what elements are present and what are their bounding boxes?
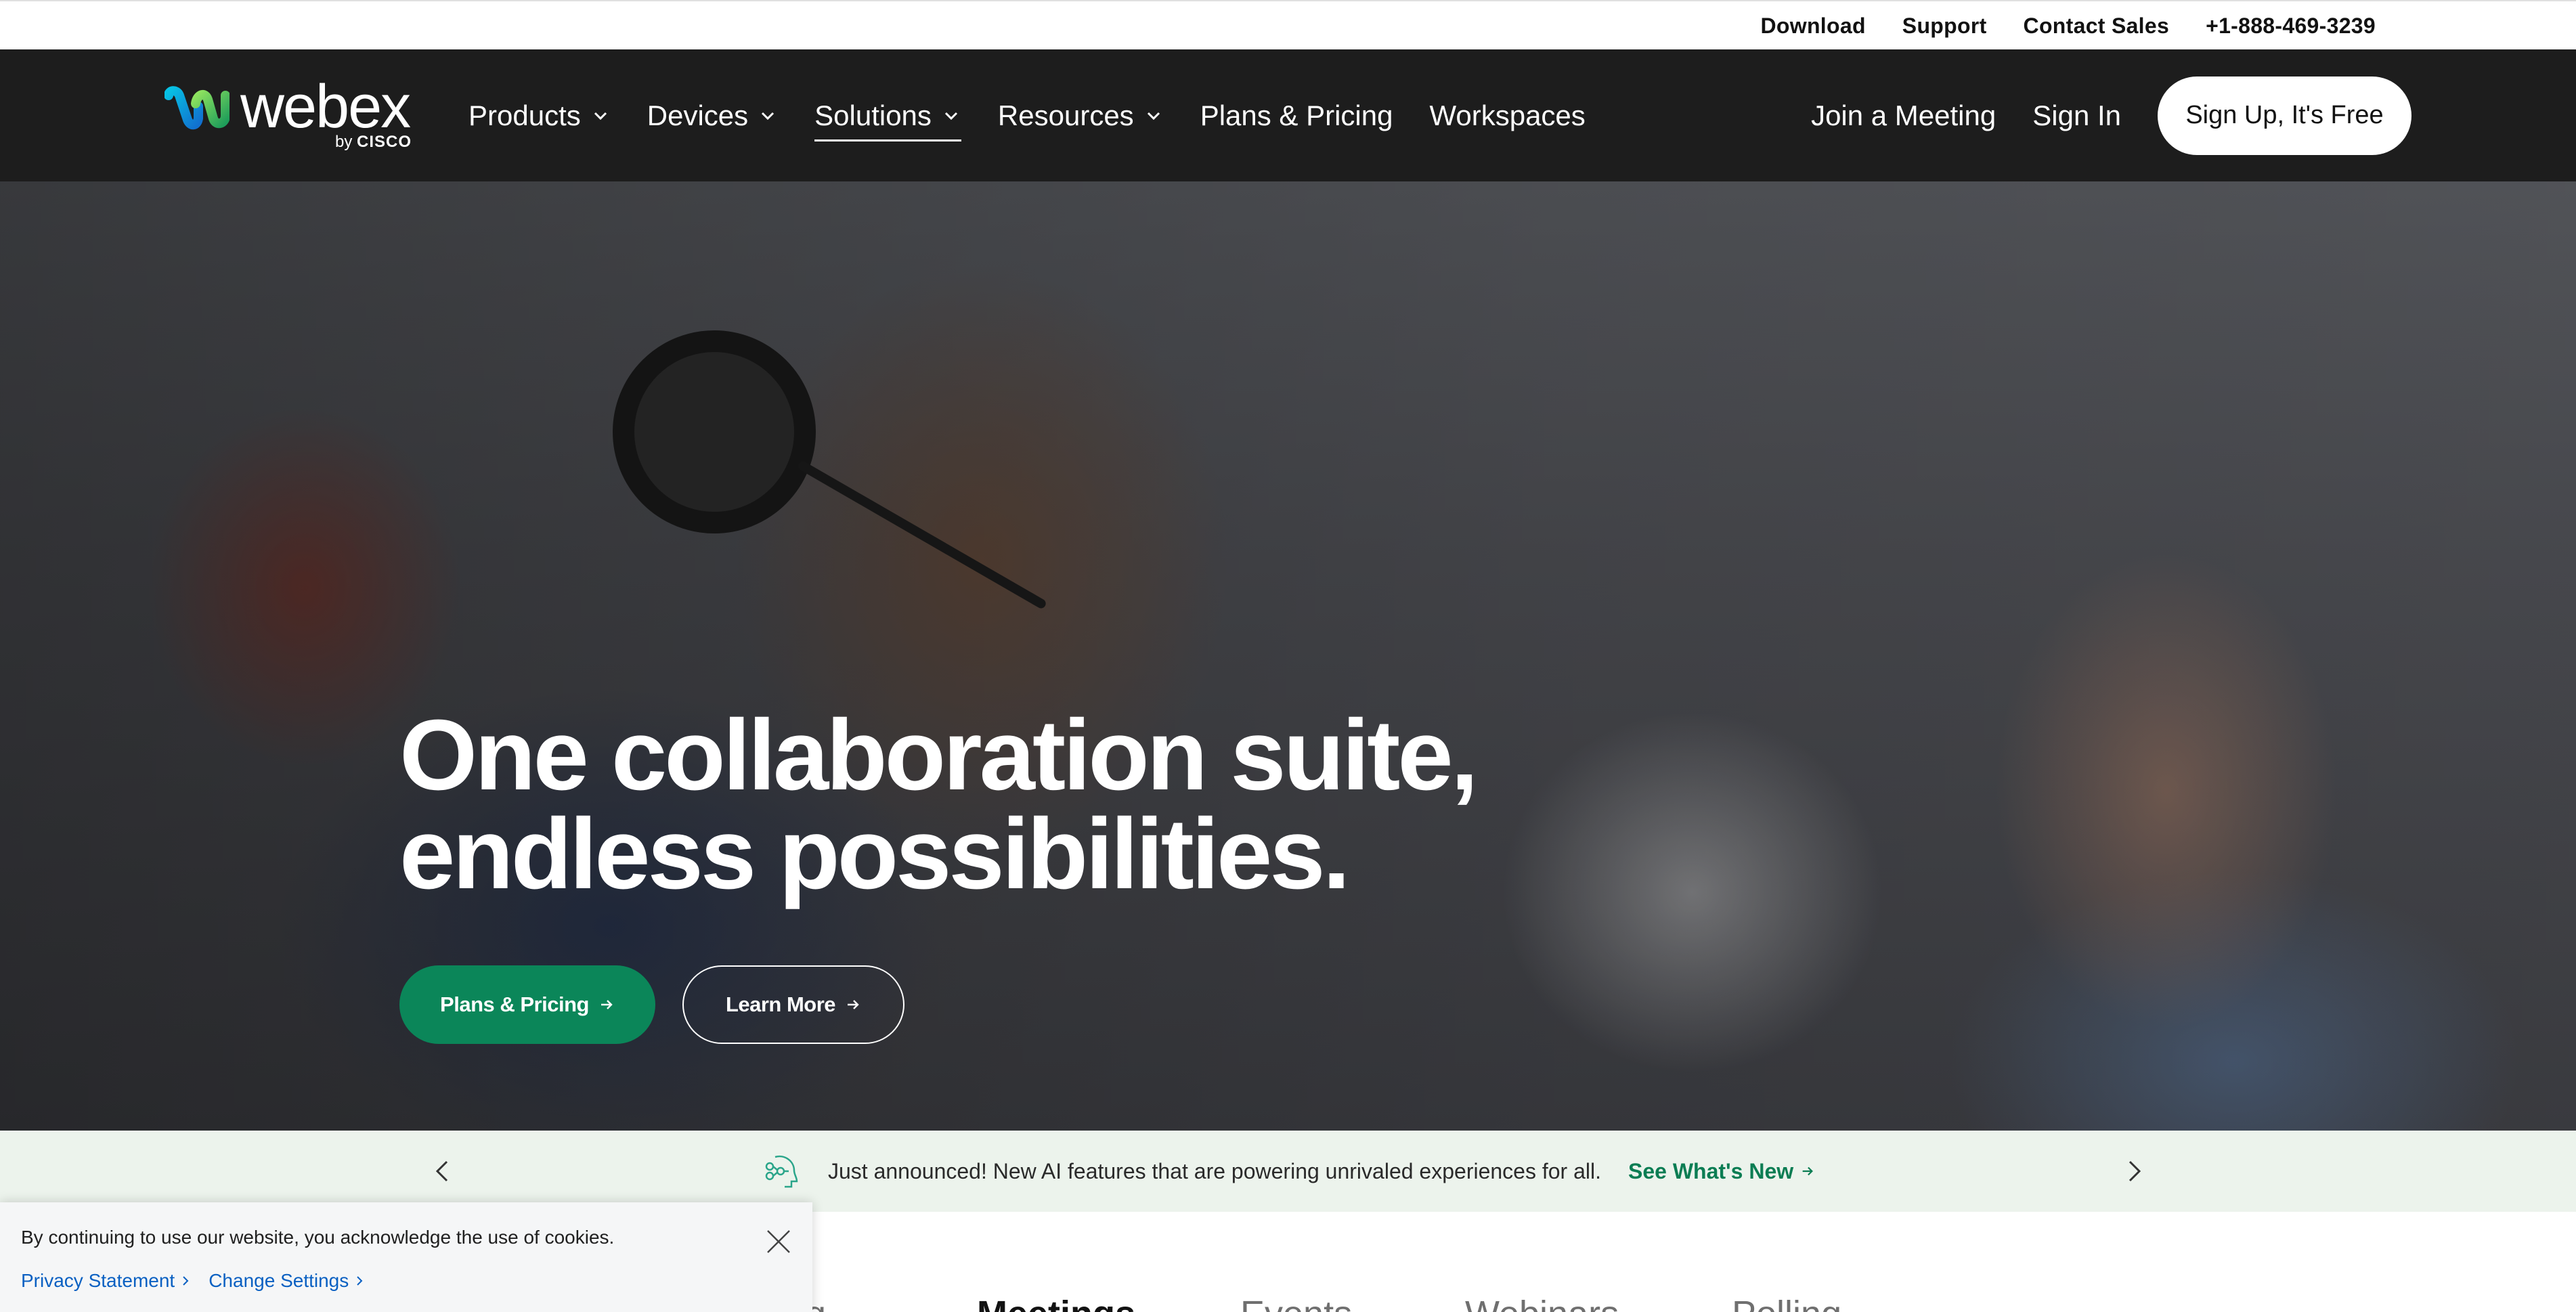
announcement-content: Just announced! New AI features that are…	[762, 1131, 1815, 1212]
learn-more-button-label: Learn More	[725, 992, 836, 1016]
nav-item-label: Workspaces	[1429, 99, 1586, 131]
nav-item-solutions[interactable]: Solutions	[814, 95, 961, 141]
signup-button[interactable]: Sign Up, It's Free	[2158, 76, 2411, 155]
chevron-down-icon	[1147, 112, 1160, 120]
tab-webinars[interactable]: Webinars	[1465, 1293, 1619, 1312]
join-meeting-link[interactable]: Join a Meeting	[1811, 100, 1996, 132]
logo-wordmark: webex	[240, 73, 411, 141]
hero-background-image	[0, 181, 2576, 1131]
tab-events[interactable]: Events	[1240, 1293, 1352, 1312]
nav-menu: Products Devices Solutions Resources Pla…	[468, 49, 1586, 181]
hero-title-line1: One collaboration suite,	[399, 699, 1479, 811]
nav-item-workspaces[interactable]: Workspaces	[1429, 95, 1585, 136]
hero-headset-shape	[613, 330, 816, 533]
arrow-right-icon	[1802, 1166, 1814, 1176]
webex-logo[interactable]: webex by CISCO	[165, 73, 418, 159]
hero-title: One collaboration suite, endless possibi…	[399, 705, 1618, 904]
nav-item-plans-pricing[interactable]: Plans & Pricing	[1200, 95, 1393, 136]
learn-more-button[interactable]: Learn More	[682, 965, 904, 1044]
announcement-bar: Just announced! New AI features that are…	[0, 1131, 2576, 1212]
contact-sales-link[interactable]: Contact Sales	[2024, 14, 2170, 39]
support-link[interactable]: Support	[1902, 14, 1987, 39]
nav-item-label: Plans & Pricing	[1200, 99, 1393, 131]
cookie-banner: By continuing to use our website, you ac…	[0, 1202, 812, 1312]
arrow-right-icon	[848, 1000, 859, 1009]
nav-item-resources[interactable]: Resources	[998, 95, 1164, 136]
chevron-down-icon	[594, 112, 607, 120]
logo-by-text: by	[335, 133, 353, 151]
chevron-right-icon	[357, 1276, 363, 1286]
main-nav: webex by CISCO Products Devices Solution…	[0, 49, 2576, 181]
announcement-text: Just announced! New AI features that are…	[828, 1158, 1601, 1183]
nav-item-label: Solutions	[814, 99, 932, 131]
nav-item-products[interactable]: Products	[468, 95, 611, 136]
privacy-statement-link[interactable]: Privacy Statement	[21, 1270, 191, 1292]
phone-link[interactable]: +1-888-469-3239	[2206, 14, 2376, 39]
plans-pricing-button-label: Plans & Pricing	[440, 992, 589, 1016]
chevron-right-icon[interactable]	[2118, 1155, 2150, 1187]
nav-item-devices[interactable]: Devices	[647, 95, 778, 136]
see-whats-new-label: See What's New	[1628, 1158, 1794, 1183]
tab-meetings[interactable]: Meetings	[977, 1293, 1135, 1312]
utility-bar: Download Support Contact Sales +1-888-46…	[0, 0, 2576, 49]
privacy-statement-label: Privacy Statement	[21, 1270, 175, 1291]
logo-byline: by CISCO	[335, 133, 412, 152]
hero-buttons: Plans & Pricing Learn More	[399, 965, 904, 1044]
hero-title-line2: endless possibilities.	[399, 798, 1351, 910]
webex-logo-icon	[165, 86, 230, 130]
plans-pricing-button[interactable]: Plans & Pricing	[399, 965, 655, 1044]
change-settings-label: Change Settings	[209, 1270, 349, 1291]
cookie-links: Privacy Statement Change Settings	[21, 1270, 365, 1292]
chevron-right-icon	[183, 1276, 189, 1286]
ai-features-icon	[765, 1155, 798, 1188]
chevron-down-icon	[944, 112, 957, 120]
tab-polling[interactable]: Polling	[1732, 1293, 1841, 1312]
nav-item-label: Resources	[997, 99, 1134, 131]
close-icon[interactable]	[764, 1227, 793, 1256]
nav-item-label: Devices	[647, 99, 749, 131]
nav-item-label: Products	[468, 99, 581, 131]
hero-section: One collaboration suite, endless possibi…	[0, 181, 2576, 1131]
download-link[interactable]: Download	[1761, 14, 1866, 39]
nav-actions: Join a Meeting Sign In Sign Up, It's Fre…	[1811, 49, 2411, 181]
sign-in-link[interactable]: Sign In	[2032, 100, 2121, 132]
see-whats-new-link[interactable]: See What's New	[1628, 1159, 1815, 1184]
chevron-down-icon	[762, 112, 774, 120]
change-settings-link[interactable]: Change Settings	[209, 1270, 365, 1292]
cookie-notice-text: By continuing to use our website, you ac…	[21, 1227, 615, 1248]
arrow-right-icon	[601, 1000, 613, 1009]
logo-cisco-text: CISCO	[357, 133, 412, 151]
utility-links: Download Support Contact Sales +1-888-46…	[1761, 1, 2376, 51]
chevron-left-icon[interactable]	[427, 1155, 459, 1187]
